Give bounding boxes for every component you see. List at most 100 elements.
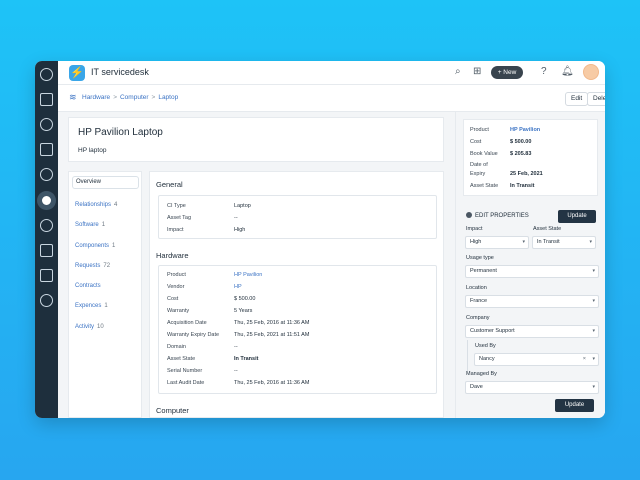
field-label: Product xyxy=(167,272,186,278)
field-value: Thu, 25 Feb, 2021 at 11:51 AM xyxy=(234,332,310,338)
count-badge: 4 xyxy=(114,202,118,208)
count-badge: 10 xyxy=(97,324,104,330)
delete-button[interactable]: Delete xyxy=(587,92,605,106)
summary-row: Asset State In Transit xyxy=(470,183,534,189)
chevron-down-icon: ▾ xyxy=(592,298,595,304)
field-row: Last Audit Date Thu, 25 Feb, 2016 at 11:3… xyxy=(167,380,309,386)
summary-value: $ 205.83 xyxy=(510,151,532,157)
product-link[interactable]: HP Pavilion xyxy=(234,272,262,278)
layers-icon: ≋ xyxy=(69,92,77,102)
chevron-right-icon: > xyxy=(151,94,156,101)
chevron-down-icon: ▾ xyxy=(589,239,592,245)
tab-activity[interactable]: Activity 10 xyxy=(75,324,104,330)
field-label: Warranty Expiry Date xyxy=(167,332,220,338)
settings-icon[interactable] xyxy=(40,294,53,307)
apps-grid-icon[interactable]: ⊞ xyxy=(473,66,481,77)
edit-properties-title: EDIT PROPERTIES xyxy=(475,213,529,219)
field-value: 5 Years xyxy=(234,308,253,314)
tab-label: Components xyxy=(75,243,110,249)
select-value: Permanent xyxy=(470,268,497,274)
update-button-bottom[interactable]: Update xyxy=(555,399,594,412)
clear-icon[interactable]: × xyxy=(583,354,586,365)
help-icon[interactable]: ? xyxy=(541,66,547,77)
chevron-down-icon: ▾ xyxy=(592,384,595,390)
section-general-title: General xyxy=(156,180,183,189)
tab-requests[interactable]: Requests 72 xyxy=(75,263,110,269)
managed-by-select[interactable]: Dave ▾ xyxy=(465,381,599,394)
count-badge: 1 xyxy=(104,303,108,309)
search-icon[interactable]: ⌕ xyxy=(455,66,461,77)
breadcrumb-computer[interactable]: Computer xyxy=(120,94,149,101)
edit-properties-header: EDIT PROPERTIES xyxy=(466,212,529,219)
impact-label: Impact xyxy=(466,226,483,232)
company-select[interactable]: Customer Support ▾ xyxy=(465,325,599,338)
overview-content: General CI Type Laptop Asset Tag -- Impact… xyxy=(149,171,444,418)
general-fields: CI Type Laptop Asset Tag -- Impact High xyxy=(158,195,437,239)
ticket-icon[interactable] xyxy=(40,93,53,106)
tab-expences[interactable]: Expences 1 xyxy=(75,303,108,309)
tab-label: Relationships xyxy=(75,202,112,208)
usage-type-select[interactable]: Permanent ▾ xyxy=(465,265,599,278)
field-row: Warranty 5 Years xyxy=(167,308,252,314)
book-icon[interactable] xyxy=(40,244,53,257)
reports-icon[interactable] xyxy=(40,269,53,282)
field-value: In Transit xyxy=(234,356,259,362)
field-value: Thu, 25 Feb, 2016 at 11:36 AM xyxy=(234,380,310,386)
asset-title-card: HP Pavilion Laptop HP laptop xyxy=(68,117,444,162)
field-row: Acquisition Date Thu, 25 Feb, 2016 at 11:… xyxy=(167,320,309,326)
bug-icon[interactable] xyxy=(40,118,53,131)
tab-components[interactable]: Components 1 xyxy=(75,243,115,249)
used-by-select[interactable]: Nancy × ▾ xyxy=(474,353,599,366)
update-button-top[interactable]: Update xyxy=(558,210,596,223)
field-label: Vendor xyxy=(167,284,185,290)
field-value: -- xyxy=(234,344,238,350)
tab-relationships[interactable]: Relationships 4 xyxy=(75,202,117,208)
tab-overview[interactable]: Overview xyxy=(72,176,139,189)
field-row: Product HP Pavilion xyxy=(167,272,262,278)
breadcrumb-hardware[interactable]: Hardware xyxy=(82,94,110,101)
tab-software[interactable]: Software 1 xyxy=(75,222,105,228)
breadcrumb: Hardware > Computer > Laptop xyxy=(82,94,178,101)
app-window: ⚡ IT servicedesk ⌕ ⊞ + New ? 🔔︎ ≋ Hardwa… xyxy=(35,61,605,418)
change-icon[interactable] xyxy=(40,168,53,181)
breadcrumb-laptop[interactable]: Laptop xyxy=(158,94,178,101)
vendor-link[interactable]: HP xyxy=(234,284,242,290)
field-row: Asset Tag -- xyxy=(167,215,238,221)
tab-label: Activity xyxy=(75,324,95,330)
contacts-icon[interactable] xyxy=(40,219,53,232)
select-value: High xyxy=(470,239,482,245)
count-badge: 1 xyxy=(112,243,116,249)
summary-row: Cost $ 500.00 xyxy=(470,139,531,145)
notification-bell-icon[interactable]: 🔔︎ xyxy=(561,66,574,77)
dashboard-icon[interactable] xyxy=(40,68,53,81)
used-by-label: Used By xyxy=(475,343,496,349)
asset-state-select[interactable]: In Transit ▾ xyxy=(532,236,596,249)
field-label: Last Audit Date xyxy=(167,380,205,386)
field-label: Cost xyxy=(167,296,179,302)
field-value: $ 500.00 xyxy=(234,296,256,302)
summary-label-line1: Date of xyxy=(470,162,488,168)
section-computer-title: Computer xyxy=(156,406,189,415)
summary-row: Expiry 25 Feb, 2021 xyxy=(470,171,543,177)
summary-label: Book Value xyxy=(470,151,498,157)
field-row: CI Type Laptop xyxy=(167,203,251,209)
shield-icon[interactable] xyxy=(40,143,53,156)
properties-panel: Product HP Pavilion Cost $ 500.00 Book Val… xyxy=(455,112,605,418)
tab-contracts[interactable]: Contracts xyxy=(75,283,101,289)
select-value: Nancy xyxy=(479,356,495,362)
field-label: Serial Number xyxy=(167,368,203,374)
location-select[interactable]: France ▾ xyxy=(465,295,599,308)
breadcrumb-bar: ≋ Hardware > Computer > Laptop Edit xyxy=(58,85,605,112)
field-label: Asset State xyxy=(167,356,196,362)
tab-label: Overview xyxy=(76,179,102,185)
edit-button[interactable]: Edit xyxy=(565,92,589,106)
new-button[interactable]: + New xyxy=(491,66,523,79)
tab-label: Expences xyxy=(75,303,102,309)
avatar[interactable] xyxy=(583,64,599,80)
field-label: Domain xyxy=(167,344,186,350)
product-link[interactable]: HP Pavilion xyxy=(510,127,540,133)
field-value: High xyxy=(234,227,246,233)
impact-select[interactable]: High ▾ xyxy=(465,236,529,249)
asset-tabs-nav: Overview Relationships 4 Software 1 Compon… xyxy=(68,171,142,418)
summary-label: Product xyxy=(470,127,489,133)
